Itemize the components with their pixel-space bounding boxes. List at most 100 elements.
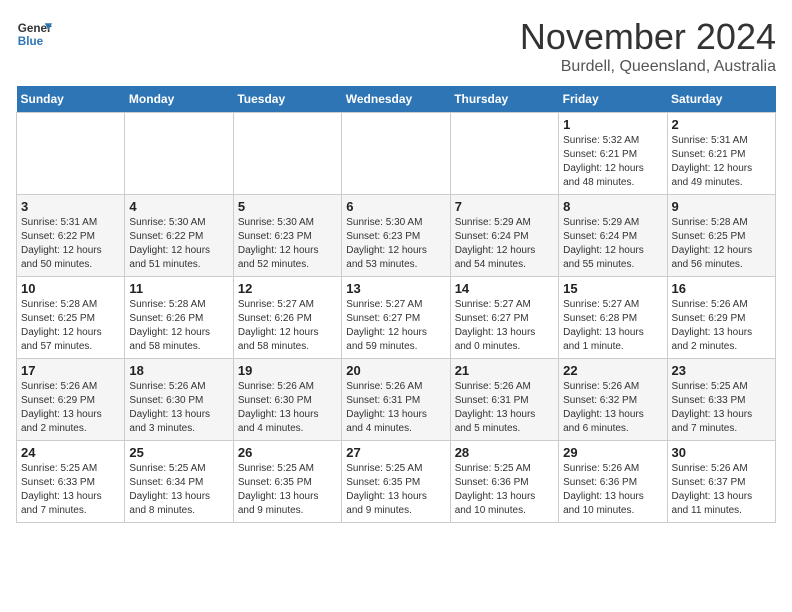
weekday-header-sunday: Sunday xyxy=(17,86,125,113)
calendar-cell: 9 Sunrise: 5:28 AM Sunset: 6:25 PM Daylig… xyxy=(667,195,775,277)
calendar-cell: 23 Sunrise: 5:25 AM Sunset: 6:33 PM Dayli… xyxy=(667,359,775,441)
day-number: 27 xyxy=(346,445,445,460)
day-info: Sunrise: 5:28 AM Sunset: 6:25 PM Dayligh… xyxy=(672,216,771,272)
day-number: 22 xyxy=(563,363,662,378)
day-info: Sunrise: 5:27 AM Sunset: 6:26 PM Dayligh… xyxy=(238,298,337,354)
day-info: Sunrise: 5:29 AM Sunset: 6:24 PM Dayligh… xyxy=(455,216,554,272)
calendar-cell: 21 Sunrise: 5:26 AM Sunset: 6:31 PM Dayli… xyxy=(450,359,558,441)
calendar-cell: 29 Sunrise: 5:26 AM Sunset: 6:36 PM Dayli… xyxy=(559,441,667,523)
day-info: Sunrise: 5:27 AM Sunset: 6:27 PM Dayligh… xyxy=(455,298,554,354)
calendar-week-row: 24 Sunrise: 5:25 AM Sunset: 6:33 PM Dayli… xyxy=(17,441,776,523)
day-number: 19 xyxy=(238,363,337,378)
day-info: Sunrise: 5:29 AM Sunset: 6:24 PM Dayligh… xyxy=(563,216,662,272)
day-number: 23 xyxy=(672,363,771,378)
day-info: Sunrise: 5:32 AM Sunset: 6:21 PM Dayligh… xyxy=(563,134,662,190)
day-info: Sunrise: 5:30 AM Sunset: 6:23 PM Dayligh… xyxy=(346,216,445,272)
calendar-cell xyxy=(17,113,125,195)
weekday-header-saturday: Saturday xyxy=(667,86,775,113)
calendar-cell: 17 Sunrise: 5:26 AM Sunset: 6:29 PM Dayli… xyxy=(17,359,125,441)
day-number: 9 xyxy=(672,199,771,214)
calendar-cell xyxy=(450,113,558,195)
weekday-header-wednesday: Wednesday xyxy=(342,86,450,113)
calendar-cell: 13 Sunrise: 5:27 AM Sunset: 6:27 PM Dayli… xyxy=(342,277,450,359)
day-number: 26 xyxy=(238,445,337,460)
calendar-cell: 19 Sunrise: 5:26 AM Sunset: 6:30 PM Dayli… xyxy=(233,359,341,441)
day-info: Sunrise: 5:25 AM Sunset: 6:36 PM Dayligh… xyxy=(455,462,554,518)
weekday-header-monday: Monday xyxy=(125,86,233,113)
day-number: 13 xyxy=(346,281,445,296)
calendar-cell: 6Sunrise: 5:30 AM Sunset: 6:23 PM Daylig… xyxy=(342,195,450,277)
weekday-header-thursday: Thursday xyxy=(450,86,558,113)
day-number: 18 xyxy=(129,363,228,378)
calendar-cell: 7 Sunrise: 5:29 AM Sunset: 6:24 PM Daylig… xyxy=(450,195,558,277)
day-number: 20 xyxy=(346,363,445,378)
calendar-cell xyxy=(342,113,450,195)
title-area: November 2024 Burdell, Queensland, Austr… xyxy=(520,16,776,76)
day-number: 8 xyxy=(563,199,662,214)
day-info: Sunrise: 5:28 AM Sunset: 6:26 PM Dayligh… xyxy=(129,298,228,354)
day-info: Sunrise: 5:26 AM Sunset: 6:31 PM Dayligh… xyxy=(346,380,445,436)
calendar-cell: 15Sunrise: 5:27 AM Sunset: 6:28 PM Dayli… xyxy=(559,277,667,359)
day-info: Sunrise: 5:30 AM Sunset: 6:22 PM Dayligh… xyxy=(129,216,228,272)
day-number: 14 xyxy=(455,281,554,296)
calendar-cell: 4 Sunrise: 5:30 AM Sunset: 6:22 PM Daylig… xyxy=(125,195,233,277)
day-number: 29 xyxy=(563,445,662,460)
calendar-cell: 18 Sunrise: 5:26 AM Sunset: 6:30 PM Dayli… xyxy=(125,359,233,441)
day-number: 25 xyxy=(129,445,228,460)
day-info: Sunrise: 5:26 AM Sunset: 6:30 PM Dayligh… xyxy=(238,380,337,436)
day-info: Sunrise: 5:26 AM Sunset: 6:30 PM Dayligh… xyxy=(129,380,228,436)
weekday-header-row: SundayMondayTuesdayWednesdayThursdayFrid… xyxy=(17,86,776,113)
day-number: 30 xyxy=(672,445,771,460)
day-info: Sunrise: 5:26 AM Sunset: 6:31 PM Dayligh… xyxy=(455,380,554,436)
calendar-cell: 16Sunrise: 5:26 AM Sunset: 6:29 PM Dayli… xyxy=(667,277,775,359)
day-number: 5 xyxy=(238,199,337,214)
calendar-cell: 2 Sunrise: 5:31 AM Sunset: 6:21 PM Daylig… xyxy=(667,113,775,195)
calendar-cell: 3 Sunrise: 5:31 AM Sunset: 6:22 PM Daylig… xyxy=(17,195,125,277)
calendar-week-row: 1Sunrise: 5:32 AM Sunset: 6:21 PM Daylig… xyxy=(17,113,776,195)
day-info: Sunrise: 5:26 AM Sunset: 6:37 PM Dayligh… xyxy=(672,462,771,518)
page-title: November 2024 xyxy=(520,16,776,58)
calendar-cell: 20 Sunrise: 5:26 AM Sunset: 6:31 PM Dayli… xyxy=(342,359,450,441)
day-number: 17 xyxy=(21,363,120,378)
day-info: Sunrise: 5:25 AM Sunset: 6:33 PM Dayligh… xyxy=(672,380,771,436)
day-number: 7 xyxy=(455,199,554,214)
day-info: Sunrise: 5:25 AM Sunset: 6:35 PM Dayligh… xyxy=(238,462,337,518)
header: General Blue November 2024 Burdell, Quee… xyxy=(16,16,776,76)
calendar-cell: 14 Sunrise: 5:27 AM Sunset: 6:27 PM Dayli… xyxy=(450,277,558,359)
day-info: Sunrise: 5:31 AM Sunset: 6:22 PM Dayligh… xyxy=(21,216,120,272)
calendar-week-row: 10Sunrise: 5:28 AM Sunset: 6:25 PM Dayli… xyxy=(17,277,776,359)
day-number: 3 xyxy=(21,199,120,214)
day-info: Sunrise: 5:26 AM Sunset: 6:29 PM Dayligh… xyxy=(21,380,120,436)
weekday-header-friday: Friday xyxy=(559,86,667,113)
day-info: Sunrise: 5:31 AM Sunset: 6:21 PM Dayligh… xyxy=(672,134,771,190)
svg-text:Blue: Blue xyxy=(18,35,44,48)
calendar-cell: 24 Sunrise: 5:25 AM Sunset: 6:33 PM Dayli… xyxy=(17,441,125,523)
weekday-header-tuesday: Tuesday xyxy=(233,86,341,113)
day-number: 2 xyxy=(672,117,771,132)
calendar-table: SundayMondayTuesdayWednesdayThursdayFrid… xyxy=(16,86,776,523)
calendar-cell xyxy=(125,113,233,195)
calendar-cell xyxy=(233,113,341,195)
day-info: Sunrise: 5:26 AM Sunset: 6:36 PM Dayligh… xyxy=(563,462,662,518)
page-subtitle: Burdell, Queensland, Australia xyxy=(520,58,776,76)
calendar-cell: 26 Sunrise: 5:25 AM Sunset: 6:35 PM Dayli… xyxy=(233,441,341,523)
calendar-cell: 27 Sunrise: 5:25 AM Sunset: 6:35 PM Dayli… xyxy=(342,441,450,523)
calendar-week-row: 17 Sunrise: 5:26 AM Sunset: 6:29 PM Dayli… xyxy=(17,359,776,441)
day-number: 15 xyxy=(563,281,662,296)
calendar-cell: 30 Sunrise: 5:26 AM Sunset: 6:37 PM Dayli… xyxy=(667,441,775,523)
logo: General Blue xyxy=(16,16,52,52)
calendar-cell: 11Sunrise: 5:28 AM Sunset: 6:26 PM Dayli… xyxy=(125,277,233,359)
day-number: 4 xyxy=(129,199,228,214)
day-info: Sunrise: 5:27 AM Sunset: 6:27 PM Dayligh… xyxy=(346,298,445,354)
calendar-cell: 12Sunrise: 5:27 AM Sunset: 6:26 PM Dayli… xyxy=(233,277,341,359)
calendar-cell: 22Sunrise: 5:26 AM Sunset: 6:32 PM Dayli… xyxy=(559,359,667,441)
day-info: Sunrise: 5:26 AM Sunset: 6:29 PM Dayligh… xyxy=(672,298,771,354)
calendar-week-row: 3 Sunrise: 5:31 AM Sunset: 6:22 PM Daylig… xyxy=(17,195,776,277)
calendar-cell: 8 Sunrise: 5:29 AM Sunset: 6:24 PM Daylig… xyxy=(559,195,667,277)
calendar-cell: 1Sunrise: 5:32 AM Sunset: 6:21 PM Daylig… xyxy=(559,113,667,195)
day-number: 24 xyxy=(21,445,120,460)
day-info: Sunrise: 5:25 AM Sunset: 6:33 PM Dayligh… xyxy=(21,462,120,518)
day-info: Sunrise: 5:25 AM Sunset: 6:35 PM Dayligh… xyxy=(346,462,445,518)
day-number: 10 xyxy=(21,281,120,296)
day-number: 21 xyxy=(455,363,554,378)
